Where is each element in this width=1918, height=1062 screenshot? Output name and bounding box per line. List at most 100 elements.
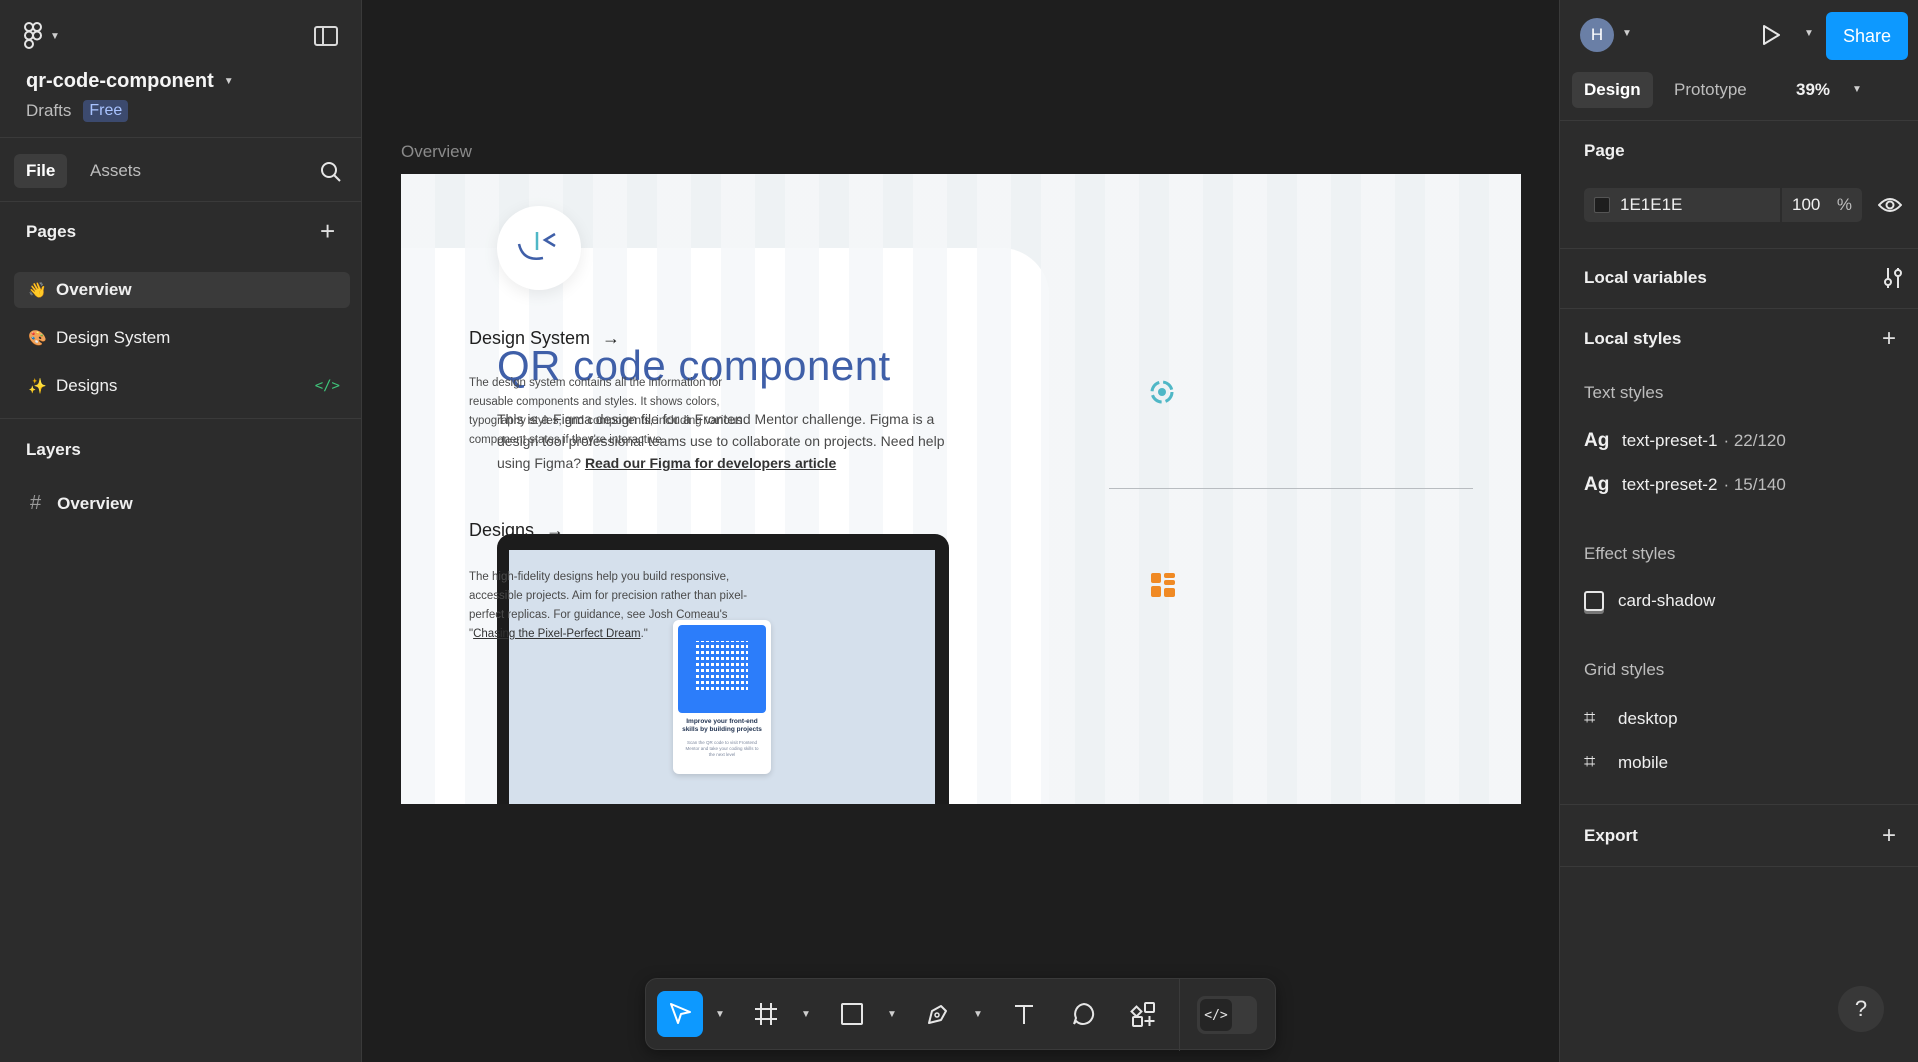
file-header: ▼ qr-code-component ▼ Drafts Free bbox=[0, 0, 361, 138]
page-color-field[interactable]: 1E1E1E bbox=[1584, 188, 1780, 222]
file-location: Drafts Free bbox=[26, 100, 129, 122]
variables-sliders-icon[interactable] bbox=[1882, 266, 1904, 290]
text-style-item[interactable]: Ag text-preset-2 · 15/140 bbox=[1584, 474, 1786, 496]
components-plus-icon bbox=[1130, 1002, 1155, 1027]
design-system-text: The design system contains all the infor… bbox=[469, 377, 742, 446]
local-styles-heading: Local styles bbox=[1584, 329, 1682, 348]
page-label: Design System bbox=[56, 328, 171, 347]
eye-icon[interactable] bbox=[1878, 196, 1902, 214]
grid-icon: ⌗ bbox=[1584, 707, 1596, 729]
opacity-value[interactable]: 100 bbox=[1792, 195, 1820, 215]
section-divider bbox=[1109, 488, 1473, 489]
style-name: mobile bbox=[1618, 752, 1669, 772]
qr-card-text: Scan the QR code to visit Frontend Mento… bbox=[685, 740, 759, 757]
bottom-toolbar: ▼ ▼ ▼ ▼ </> bbox=[645, 978, 1276, 1051]
page-item-design-system[interactable]: 🎨 Design System bbox=[14, 320, 350, 356]
add-style-icon[interactable]: + bbox=[1882, 327, 1896, 351]
local-variables-heading[interactable]: Local variables bbox=[1584, 268, 1707, 288]
tab-file[interactable]: File bbox=[14, 154, 68, 188]
search-icon[interactable] bbox=[319, 160, 343, 184]
overview-frame[interactable]: QR code component This is a Figma design… bbox=[401, 174, 1521, 804]
toolbar-divider bbox=[1179, 979, 1180, 1051]
comment-icon bbox=[1073, 1002, 1095, 1025]
chevron-down-icon[interactable]: ▼ bbox=[715, 1009, 725, 1020]
grid-icon: ⌗ bbox=[1584, 751, 1596, 773]
code-icon: </> bbox=[1200, 999, 1232, 1031]
wave-emoji-icon: 👋 bbox=[28, 282, 47, 299]
page-item-overview[interactable]: 👋 Overview bbox=[14, 272, 350, 308]
comment-tool[interactable] bbox=[1061, 991, 1107, 1037]
page-color-value[interactable]: 1E1E1E bbox=[1620, 195, 1682, 215]
text-tool[interactable] bbox=[1001, 991, 1047, 1037]
design-system-icon bbox=[1150, 380, 1174, 404]
figma-article-link[interactable]: Read our Figma for developers article bbox=[585, 455, 836, 471]
chevron-down-icon[interactable]: ▼ bbox=[801, 1009, 811, 1020]
right-panel: H ▼ ▼ Share Design Prototype 39% ▼ Page … bbox=[1559, 0, 1918, 1062]
zoom-menu[interactable]: 39% ▼ bbox=[1796, 80, 1862, 100]
page-label: Designs bbox=[56, 376, 118, 395]
left-panel: ▼ qr-code-component ▼ Drafts Free File A… bbox=[0, 0, 362, 1062]
effect-shadow-icon bbox=[1584, 591, 1604, 611]
ready-for-dev-icon: </> bbox=[314, 378, 340, 394]
sidebar-toggle-icon[interactable] bbox=[314, 26, 338, 46]
pen-icon bbox=[928, 1005, 947, 1024]
divider bbox=[1560, 120, 1918, 121]
main-menu-button[interactable]: ▼ bbox=[24, 22, 60, 50]
divider bbox=[1560, 804, 1918, 805]
left-tabs: File Assets bbox=[0, 138, 361, 202]
grid-styles-heading: Grid styles bbox=[1584, 660, 1665, 679]
color-swatch[interactable] bbox=[1594, 197, 1610, 213]
rectangle-icon bbox=[841, 1003, 863, 1025]
canvas[interactable]: Overview QR code component This is a Fig… bbox=[363, 0, 1559, 1062]
add-page-icon[interactable]: + bbox=[320, 218, 335, 244]
divider bbox=[1560, 308, 1918, 309]
grid-style-item[interactable]: ⌗ mobile bbox=[1584, 751, 1668, 774]
frame-label[interactable]: Overview bbox=[401, 142, 472, 162]
style-name: text-preset-1 bbox=[1622, 431, 1718, 450]
page-item-designs[interactable]: ✨ Designs </> bbox=[14, 368, 350, 404]
style-detail: · 22/120 bbox=[1723, 431, 1786, 450]
designs-link[interactable]: Designs → bbox=[469, 520, 564, 541]
avatar[interactable]: H bbox=[1580, 18, 1614, 52]
chevron-down-icon[interactable]: ▼ bbox=[1804, 28, 1814, 39]
text-style-icon: Ag bbox=[1584, 474, 1610, 495]
tab-design[interactable]: Design bbox=[1572, 72, 1653, 108]
style-name: text-preset-2 bbox=[1622, 475, 1718, 494]
page-opacity-field[interactable]: 100 % bbox=[1782, 188, 1862, 222]
tab-assets[interactable]: Assets bbox=[78, 154, 153, 188]
text-style-item[interactable]: Ag text-preset-1 · 22/120 bbox=[1584, 430, 1786, 452]
present-play-icon[interactable] bbox=[1760, 24, 1782, 46]
frame-tool[interactable] bbox=[743, 991, 789, 1037]
tab-prototype[interactable]: Prototype bbox=[1662, 72, 1759, 108]
dev-mode-toggle[interactable]: </> bbox=[1197, 996, 1257, 1034]
add-export-icon[interactable]: + bbox=[1882, 824, 1896, 848]
grid-style-item[interactable]: ⌗ desktop bbox=[1584, 707, 1678, 730]
effect-style-item[interactable]: card-shadow bbox=[1584, 591, 1715, 611]
file-name: qr-code-component bbox=[26, 70, 214, 92]
design-system-link[interactable]: Design System → bbox=[469, 328, 620, 349]
help-button[interactable]: ? bbox=[1838, 986, 1884, 1032]
page-heading: Page bbox=[1584, 141, 1625, 160]
style-name: card-shadow bbox=[1618, 591, 1716, 610]
palette-emoji-icon: 🎨 bbox=[28, 330, 47, 347]
qr-code-icon bbox=[696, 641, 748, 693]
actions-tool[interactable] bbox=[1121, 991, 1167, 1037]
chevron-down-icon[interactable]: ▼ bbox=[887, 1009, 897, 1020]
chevron-down-icon: ▼ bbox=[50, 30, 60, 42]
frame-icon: # bbox=[30, 492, 42, 514]
style-name: desktop bbox=[1618, 708, 1678, 728]
pen-tool[interactable] bbox=[915, 991, 961, 1037]
chevron-down-icon[interactable]: ▼ bbox=[973, 1009, 983, 1020]
file-name-button[interactable]: qr-code-component ▼ bbox=[26, 70, 234, 93]
figma-logo-icon bbox=[24, 22, 42, 49]
layer-label: Overview bbox=[57, 493, 133, 513]
arrow-right-icon: → bbox=[602, 328, 621, 348]
layer-item-overview[interactable]: # Overview bbox=[30, 492, 133, 515]
pixel-perfect-link[interactable]: Chasing the Pixel-Perfect Dream bbox=[473, 628, 640, 640]
move-tool[interactable] bbox=[657, 991, 703, 1037]
share-button[interactable]: Share bbox=[1826, 12, 1908, 60]
shape-tool[interactable] bbox=[829, 991, 875, 1037]
drafts-link[interactable]: Drafts bbox=[26, 101, 71, 121]
plan-badge[interactable]: Free bbox=[83, 100, 129, 122]
chevron-down-icon[interactable]: ▼ bbox=[1622, 28, 1632, 39]
